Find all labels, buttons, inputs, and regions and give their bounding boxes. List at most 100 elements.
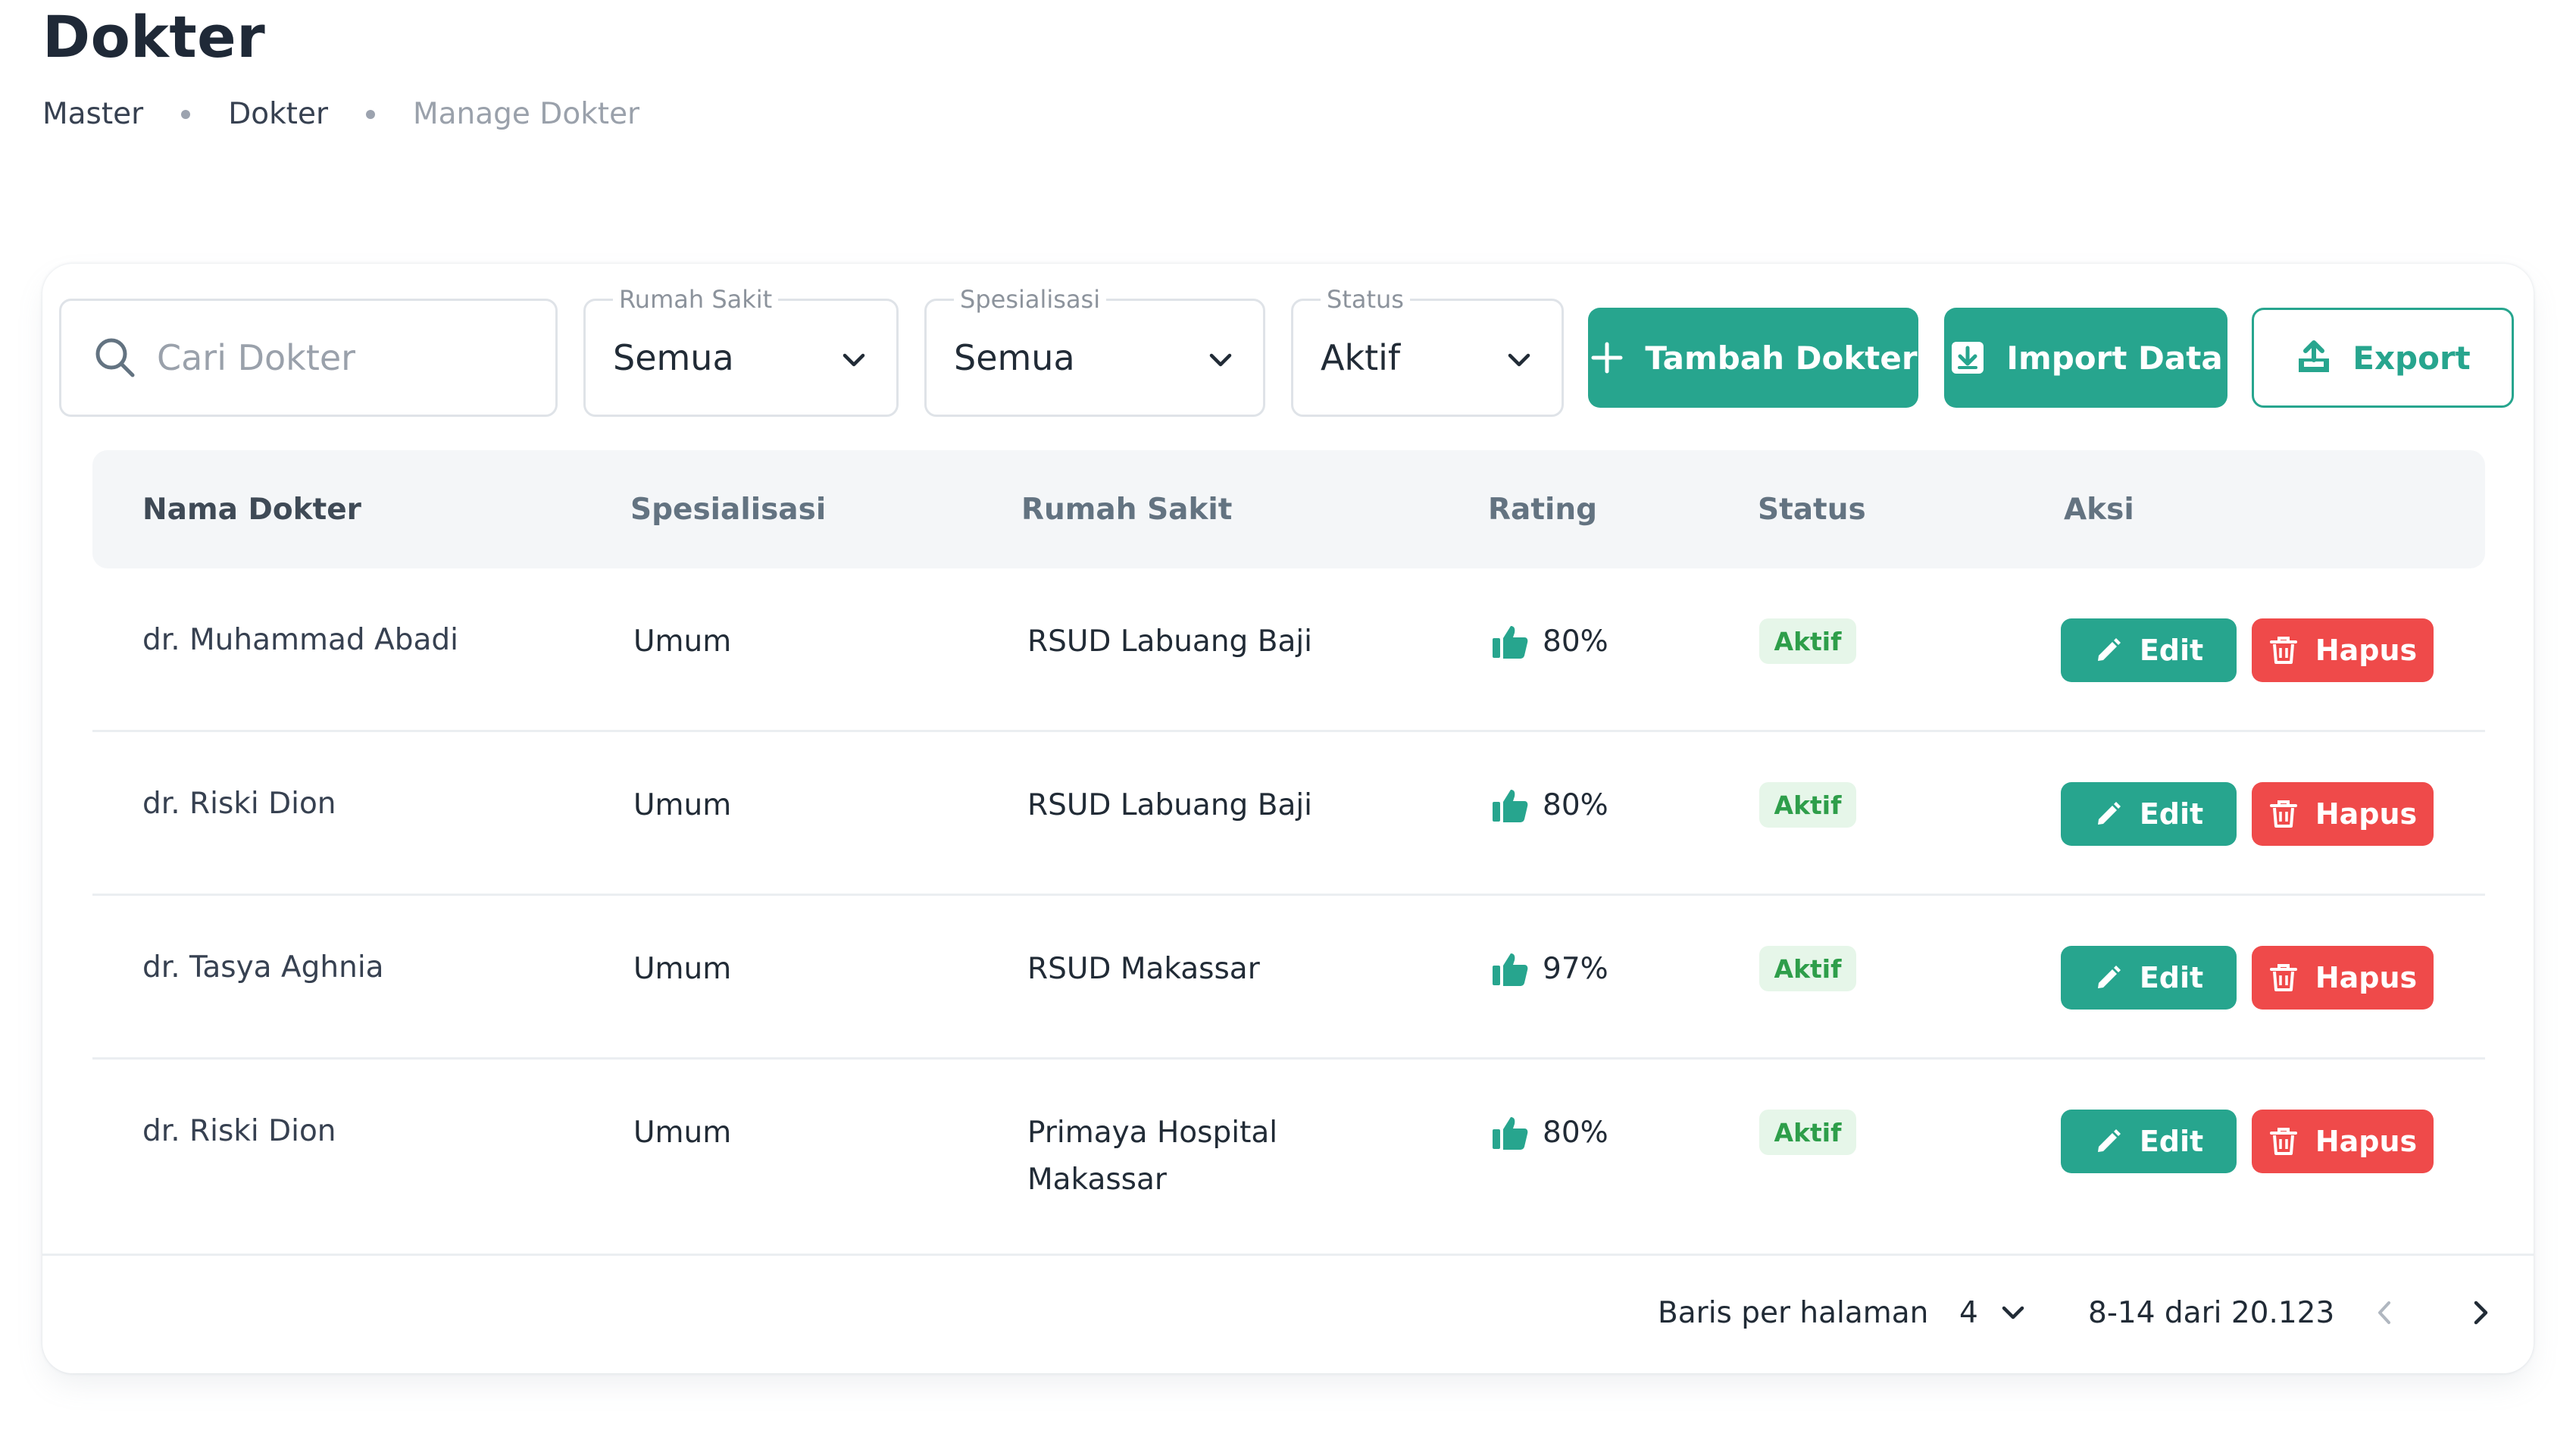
pencil-icon	[2094, 963, 2123, 992]
chevron-down-icon	[839, 345, 869, 378]
rows-per-page-label: Baris per halaman	[1658, 1295, 1929, 1330]
column-header-rating[interactable]: Rating	[1488, 450, 1597, 568]
chevron-down-icon	[1205, 345, 1236, 378]
breadcrumb-current: Manage Dokter	[412, 97, 640, 131]
table-footer-divider	[42, 1254, 2534, 1256]
column-header-status: Status	[1758, 492, 1866, 527]
delete-button[interactable]: Hapus	[2252, 946, 2434, 1010]
status-select-value: Aktif	[1321, 337, 1401, 378]
edit-label: Edit	[2139, 961, 2204, 994]
doctor-name: dr. Riski Dion	[142, 787, 336, 821]
edit-label: Edit	[2139, 1125, 2204, 1158]
pagination-range: 8-14 dari 20.123	[2088, 1295, 2335, 1330]
import-data-button[interactable]: Import Data	[1944, 308, 2227, 408]
pencil-icon	[2094, 800, 2123, 828]
rating-value: 97%	[1543, 952, 1608, 986]
column-header-aksi: Aksi	[2064, 492, 2134, 527]
page-title: Dokter	[42, 3, 266, 70]
chevron-down-icon	[1504, 345, 1534, 378]
delete-button[interactable]: Hapus	[2252, 618, 2434, 682]
edit-label: Edit	[2139, 797, 2204, 831]
import-icon	[1949, 339, 1987, 377]
doctor-specialization: Umum	[633, 625, 732, 659]
pencil-icon	[2094, 1127, 2123, 1156]
delete-label: Hapus	[2315, 634, 2418, 667]
breadcrumb-separator	[181, 109, 191, 119]
status-badge: Aktif	[1759, 1110, 1856, 1155]
search-icon	[92, 334, 139, 384]
thumbs-up-icon	[1491, 787, 1529, 825]
chevron-left-icon	[2370, 1298, 2400, 1328]
doctor-specialization: Umum	[633, 788, 732, 822]
rating-value: 80%	[1543, 625, 1608, 659]
breadcrumb-master[interactable]: Master	[42, 97, 143, 131]
status-select[interactable]: Status Aktif	[1291, 284, 1564, 417]
next-page-button[interactable]	[2465, 1288, 2496, 1337]
table-row: dr. Tasya Aghnia Umum RSUD Makassar 97% …	[92, 896, 2485, 1060]
rating-value: 80%	[1543, 788, 1608, 822]
table-header: Nama Dokter Spesialisasi Rumah Sakit Rat…	[92, 450, 2485, 568]
trash-icon	[2268, 635, 2299, 665]
search-input[interactable]	[157, 301, 536, 415]
column-header-spesialisasi[interactable]: Spesialisasi	[630, 450, 826, 568]
rating-value: 80%	[1543, 1116, 1608, 1150]
table-row: dr. Muhammad Abadi Umum RSUD Labuang Baj…	[92, 568, 2485, 732]
prev-page-button[interactable]	[2370, 1288, 2400, 1337]
trash-icon	[2268, 1126, 2299, 1157]
search-field[interactable]	[59, 299, 558, 417]
thumbs-up-icon	[1491, 950, 1529, 988]
breadcrumb-dokter[interactable]: Dokter	[228, 97, 328, 131]
trash-icon	[2268, 799, 2299, 829]
delete-label: Hapus	[2315, 961, 2418, 994]
status-badge: Aktif	[1759, 782, 1856, 828]
delete-label: Hapus	[2315, 797, 2418, 831]
import-data-label: Import Data	[2006, 339, 2223, 377]
doctor-hospital-line-1: Primaya Hospital	[1027, 1116, 1278, 1150]
edit-button[interactable]: Edit	[2061, 1110, 2237, 1173]
edit-label: Edit	[2139, 634, 2204, 667]
upload-icon	[2295, 339, 2333, 377]
delete-button[interactable]: Hapus	[2252, 782, 2434, 846]
status-badge: Aktif	[1759, 946, 1856, 991]
doctor-name: dr. Muhammad Abadi	[142, 623, 458, 657]
doctor-specialization: Umum	[633, 1116, 732, 1150]
delete-button[interactable]: Hapus	[2252, 1110, 2434, 1173]
doctor-rating: 80%	[1491, 782, 1608, 829]
rows-per-page-select[interactable]: 4	[1959, 1288, 2028, 1337]
doctor-hospital: Primaya Hospital Makassar	[1027, 1110, 1277, 1204]
table-row: dr. Riski Dion Umum Primaya Hospital Mak…	[92, 1060, 2485, 1254]
edit-button[interactable]: Edit	[2061, 782, 2237, 846]
chevron-down-icon	[1998, 1298, 2028, 1328]
spesialisasi-select[interactable]: Spesialisasi Semua	[924, 284, 1265, 417]
column-header-nama-dokter[interactable]: Nama Dokter	[142, 450, 361, 568]
rumah-sakit-select-value: Semua	[613, 337, 734, 378]
thumbs-up-icon	[1491, 1114, 1529, 1152]
rumah-sakit-select[interactable]: Rumah Sakit Semua	[583, 284, 899, 417]
delete-label: Hapus	[2315, 1125, 2418, 1158]
add-doctor-label: Tambah Dokter	[1645, 339, 1918, 377]
doctor-hospital: RSUD Labuang Baji	[1027, 625, 1313, 659]
thumbs-up-icon	[1491, 623, 1529, 661]
doctor-rating: 97%	[1491, 946, 1608, 993]
spesialisasi-select-value: Semua	[954, 337, 1075, 378]
doctor-rating: 80%	[1491, 1110, 1608, 1157]
export-button[interactable]: Export	[2252, 308, 2514, 408]
doctor-hospital: RSUD Makassar	[1027, 952, 1260, 986]
doctor-specialization: Umum	[633, 952, 732, 986]
doctor-hospital: RSUD Labuang Baji	[1027, 788, 1313, 822]
doctor-name: dr. Riski Dion	[142, 1114, 336, 1148]
rows-per-page-value: 4	[1959, 1295, 1978, 1330]
breadcrumb-separator	[365, 109, 375, 119]
export-label: Export	[2352, 339, 2471, 377]
edit-button[interactable]: Edit	[2061, 946, 2237, 1010]
column-header-rumah-sakit[interactable]: Rumah Sakit	[1021, 450, 1232, 568]
pencil-icon	[2094, 636, 2123, 665]
doctor-rating: 80%	[1491, 618, 1608, 665]
chevron-right-icon	[2465, 1298, 2496, 1328]
doctor-name: dr. Tasya Aghnia	[142, 950, 384, 985]
status-badge: Aktif	[1759, 618, 1856, 664]
doctor-hospital-line-2: Makassar	[1027, 1163, 1167, 1197]
add-doctor-button[interactable]: Tambah Dokter	[1588, 308, 1918, 408]
edit-button[interactable]: Edit	[2061, 618, 2237, 682]
trash-icon	[2268, 963, 2299, 993]
